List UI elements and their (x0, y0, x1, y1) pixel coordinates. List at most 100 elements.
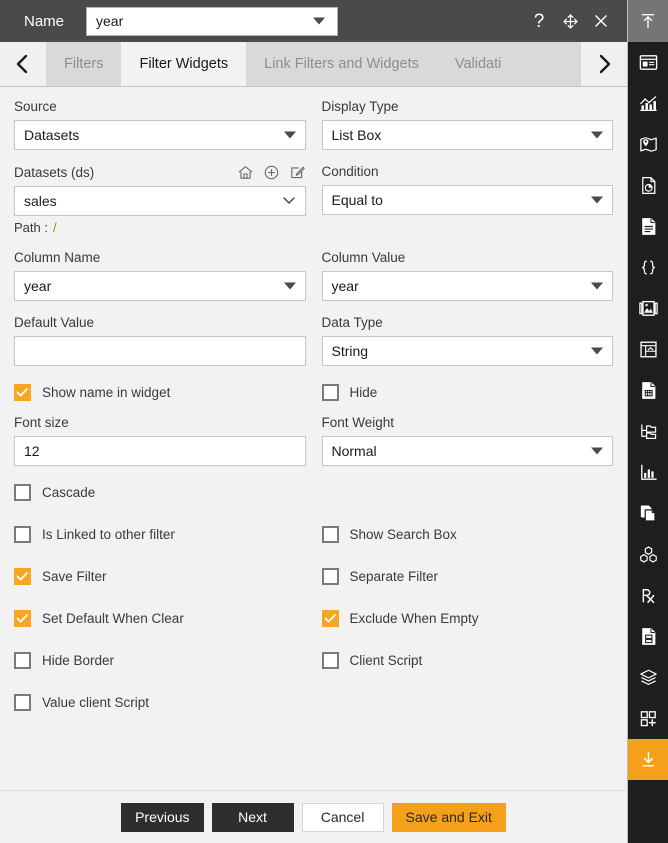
rail-item-report[interactable] (628, 165, 668, 206)
checkbox-label: Value client Script (42, 695, 150, 710)
checkbox-label: Save Filter (42, 569, 107, 584)
rail-item-saved-document[interactable] (628, 616, 668, 657)
checkbox-show-search-box[interactable]: Show Search Box (321, 526, 614, 543)
move-four-arrows-icon[interactable] (560, 11, 580, 31)
column-value-select[interactable]: year (321, 271, 613, 301)
cubes-stack-icon (639, 546, 657, 563)
data-type-select[interactable]: String (321, 336, 613, 366)
chevron-down-icon (281, 193, 297, 209)
tab-filter-widgets[interactable]: Filter Widgets (121, 42, 247, 86)
row-islinked-showsearch: Is Linked to other filter Show Search Bo… (14, 526, 613, 543)
previous-button[interactable]: Previous (121, 802, 204, 832)
save-and-exit-button[interactable]: Save and Exit (391, 802, 506, 832)
pie-report-icon (641, 177, 655, 194)
path-value: / (52, 220, 57, 235)
checkbox-separate-filter[interactable]: Separate Filter (321, 568, 614, 585)
font-weight-select[interactable]: Normal (321, 436, 613, 466)
edit-pencil-icon[interactable] (289, 164, 306, 181)
checkbox-value-client-script[interactable]: Value client Script (14, 694, 308, 711)
tab-link-filters-and-widgets[interactable]: Link Filters and Widgets (246, 42, 437, 86)
rail-item-cubes[interactable] (628, 534, 668, 575)
checkbox-is-linked-to-other-filter[interactable]: Is Linked to other filter (14, 526, 306, 543)
field-column-value: Column Value year (321, 250, 613, 301)
checkbox-save-filter[interactable]: Save Filter (14, 568, 306, 585)
rail-item-chart-axis[interactable] (628, 452, 668, 493)
right-toolbar (628, 0, 668, 843)
checkbox-label: Separate Filter (349, 569, 439, 584)
rail-item-copy-pages[interactable] (628, 493, 668, 534)
dialog-panel: Name year ? Filters Filter Widgets Link … (0, 0, 628, 843)
checkbox-set-default-when-clear[interactable]: Set Default When Clear (14, 610, 306, 627)
rail-item-table[interactable] (628, 329, 668, 370)
source-value: Datasets (24, 127, 80, 143)
rail-item-download[interactable] (628, 739, 668, 780)
close-x-icon[interactable] (591, 11, 611, 31)
rail-item-folder-tree[interactable] (628, 411, 668, 452)
plus-circle-icon[interactable] (263, 164, 280, 181)
folder-tree-icon (640, 424, 656, 439)
display-type-select[interactable]: List Box (321, 120, 613, 150)
source-select[interactable]: Datasets (14, 120, 306, 150)
font-size-value: 12 (24, 443, 40, 459)
checkbox-client-script[interactable]: Client Script (321, 652, 614, 669)
tab-scroll-right-button[interactable] (581, 42, 627, 86)
checkbox-box (321, 610, 339, 627)
column-name-select[interactable]: year (14, 271, 306, 301)
default-value-input[interactable] (14, 336, 306, 366)
rail-item-layers[interactable] (628, 657, 668, 698)
dialog-titlebar: Name year ? (0, 0, 627, 42)
rail-item-form-document[interactable] (628, 370, 668, 411)
checkbox-cascade[interactable]: Cascade (14, 484, 308, 501)
chevron-down-icon (591, 347, 603, 355)
rail-item-collapse[interactable] (628, 0, 668, 42)
next-button[interactable]: Next (211, 802, 294, 832)
cancel-button[interactable]: Cancel (301, 802, 384, 832)
datasets-value: sales (24, 193, 57, 209)
rail-item-prescription[interactable] (628, 575, 668, 616)
rail-item-add-widget[interactable] (628, 698, 668, 739)
rail-item-document[interactable] (628, 206, 668, 247)
rail-item-dashboard[interactable] (628, 42, 668, 83)
checkbox-box (14, 384, 31, 401)
checkbox-box (14, 526, 31, 543)
tab-scroll-left-button[interactable] (0, 42, 46, 86)
checkbox-label: Hide (349, 385, 378, 400)
dashboard-panel-icon (639, 55, 657, 70)
field-font-size: Font size 12 (14, 415, 306, 466)
curly-braces-icon (641, 260, 655, 275)
home-icon[interactable] (237, 164, 254, 181)
rail-item-json[interactable] (628, 247, 668, 288)
checkbox-hide[interactable]: Hide (321, 384, 614, 401)
condition-select[interactable]: Equal to (321, 185, 613, 215)
column-value-value: year (331, 278, 359, 294)
name-select[interactable]: year (86, 6, 339, 36)
checkbox-hide-border[interactable]: Hide Border (14, 652, 306, 669)
tab-filters[interactable]: Filters (46, 42, 122, 86)
rail-item-chart[interactable] (628, 83, 668, 124)
rail-item-map[interactable] (628, 124, 668, 165)
path-label: Path : (14, 220, 48, 235)
font-size-input[interactable]: 12 (14, 436, 306, 466)
check-icon (16, 388, 28, 397)
form-document-icon (641, 382, 655, 399)
rail-item-gallery[interactable] (628, 288, 668, 329)
chevron-down-icon (591, 282, 603, 290)
row-showname-hide: Show name in widget Hide (14, 384, 613, 401)
filter-widgets-dialog: Name year ? Filters Filter Widgets Link … (0, 0, 668, 843)
check-icon (16, 614, 28, 623)
checkbox-box (321, 652, 339, 669)
tab-validation[interactable]: Validati (436, 42, 520, 86)
field-data-type: Data Type String (321, 315, 613, 366)
display-type-label: Display Type (321, 99, 399, 114)
field-source: Source Datasets (14, 99, 306, 150)
document-icon (641, 218, 655, 235)
question-mark-icon[interactable]: ? (529, 11, 549, 31)
name-label: Name (24, 12, 65, 30)
checkbox-show-name-in-widget[interactable]: Show name in widget (14, 384, 306, 401)
chevron-down-icon (591, 447, 603, 455)
datasets-label-text: Datasets (ds) (14, 164, 95, 180)
checkbox-exclude-when-empty[interactable]: Exclude When Empty (321, 610, 614, 627)
checkbox-label: Set Default When Clear (42, 611, 184, 626)
checkbox-label: Client Script (349, 653, 423, 668)
datasets-select[interactable]: sales (14, 186, 306, 216)
